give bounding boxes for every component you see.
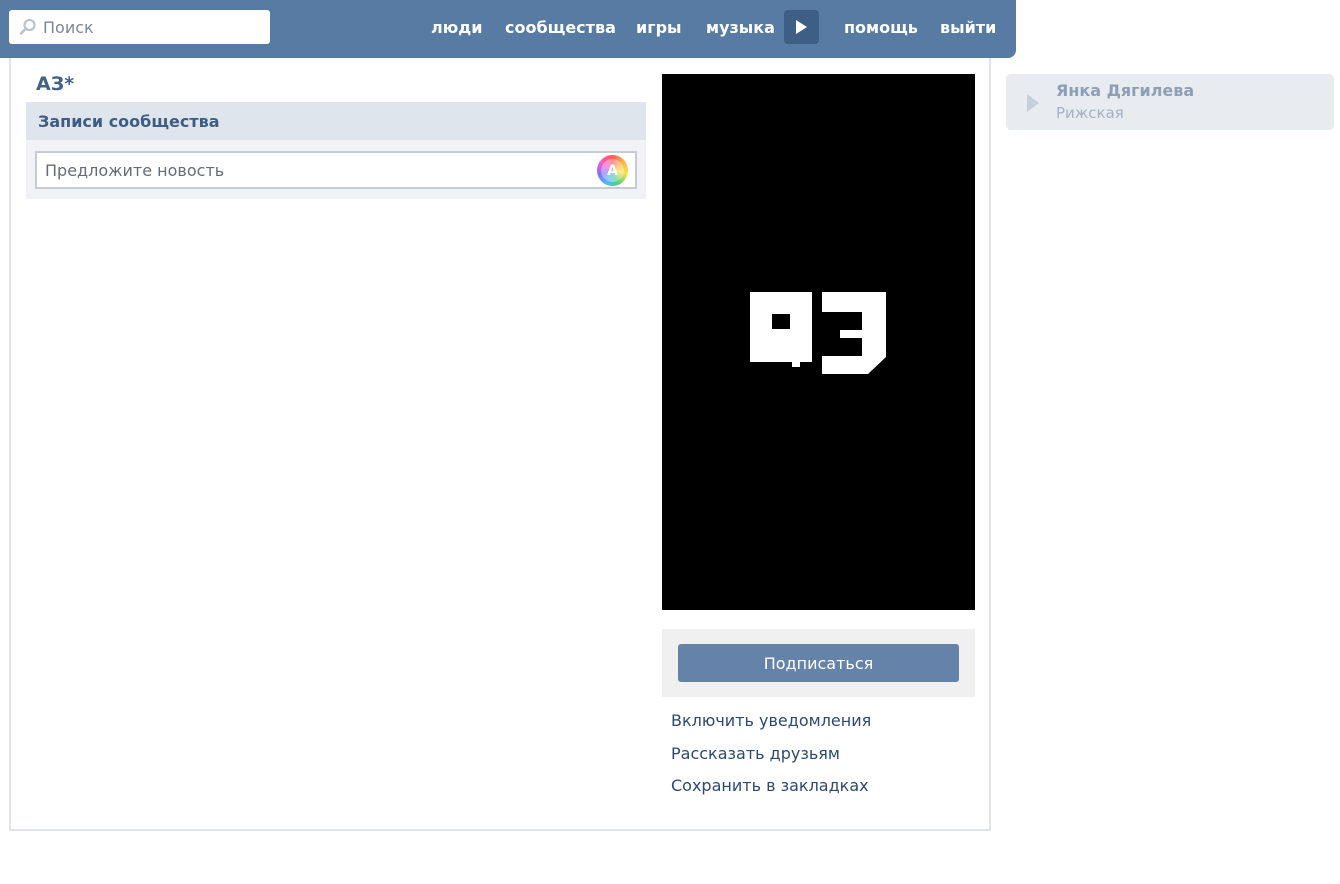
suggest-news-box[interactable]: A (35, 151, 637, 189)
add-bookmark-link[interactable]: Сохранить в закладках (671, 776, 871, 809)
play-icon[interactable] (1026, 93, 1040, 113)
community-wall: Записи сообщества A (26, 102, 646, 199)
now-playing-track: Рижская (1056, 104, 1124, 122)
header-play-button[interactable] (784, 10, 819, 44)
wall-header-label: Записи сообщества (38, 111, 220, 131)
poster-button[interactable]: A (597, 155, 628, 186)
subscribe-box: Подписаться (662, 629, 975, 697)
now-playing-card[interactable]: Янка Дягилева Рижская (1006, 74, 1334, 130)
page-title: АЗ* (36, 73, 75, 95)
search-icon (19, 18, 37, 36)
nav-help[interactable]: помощь (844, 18, 918, 37)
suggest-news-input[interactable] (45, 153, 585, 187)
community-actions: Включить уведомления Рассказать друзьям … (671, 711, 871, 809)
community-cover-image[interactable]: АЗ (662, 74, 975, 610)
now-playing-artist: Янка Дягилева (1056, 81, 1195, 100)
nav-music[interactable]: музыка (706, 18, 775, 37)
subscribe-button[interactable]: Подписаться (678, 644, 959, 682)
search-box[interactable] (9, 10, 270, 44)
tell-friends-link[interactable]: Рассказать друзьям (671, 744, 871, 777)
nav-communities[interactable]: сообщества (505, 18, 616, 37)
subscribe-label: Подписаться (763, 653, 874, 673)
enable-notifications-link[interactable]: Включить уведомления (671, 711, 871, 744)
top-header: люди сообщества игры музыка помощь выйти (0, 0, 1016, 58)
play-icon (796, 20, 807, 34)
wall-header[interactable]: Записи сообщества (26, 102, 646, 140)
poster-icon: A (601, 159, 624, 182)
search-input[interactable] (43, 10, 263, 44)
nav-logout[interactable]: выйти (940, 18, 996, 37)
nav-games[interactable]: игры (636, 18, 682, 37)
nav-people[interactable]: люди (431, 18, 482, 37)
cover-logo: АЗ (750, 292, 886, 374)
